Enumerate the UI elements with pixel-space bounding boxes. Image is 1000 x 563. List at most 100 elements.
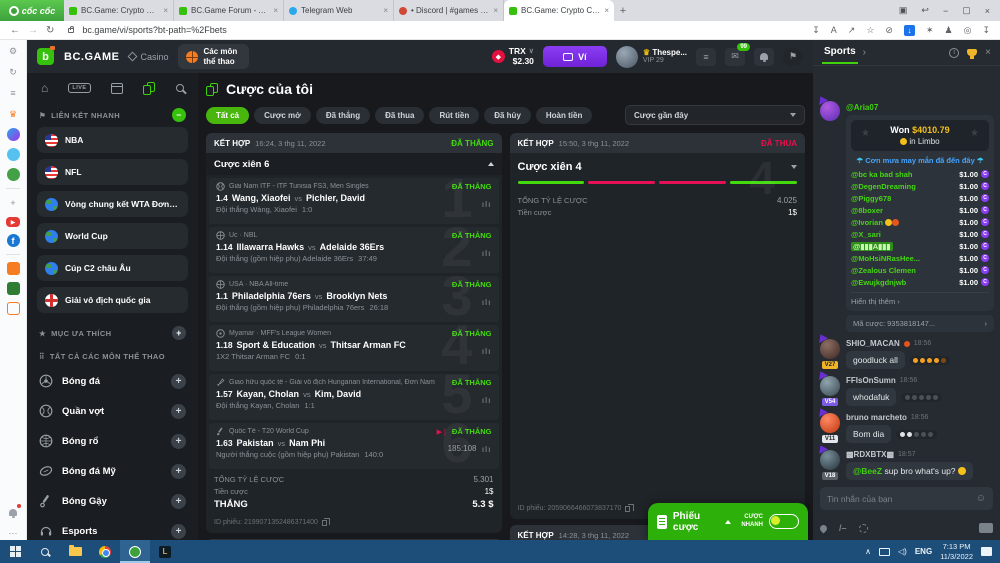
window-close-button[interactable]: × xyxy=(985,6,990,16)
stats-icon[interactable]: ılı xyxy=(482,445,492,454)
expand-sport-button[interactable]: + xyxy=(171,434,186,449)
taskbar-clock[interactable]: 7:13 PM 11/3/2022 xyxy=(940,542,973,561)
extension-icon[interactable]: ♟ xyxy=(945,25,953,36)
forward-button[interactable]: → xyxy=(28,25,38,36)
back-button[interactable]: ← xyxy=(10,25,20,36)
coccoc-taskbar-icon[interactable] xyxy=(120,540,150,563)
bet-code-row[interactable]: Mã cược: 9353818147...› xyxy=(846,315,994,332)
taskbar-search-icon[interactable] xyxy=(30,540,60,563)
reactions-row[interactable] xyxy=(901,393,942,402)
stats-icon[interactable]: ılı xyxy=(482,396,492,405)
expand-sport-button[interactable]: + xyxy=(171,494,186,509)
rain-username[interactable]: @Aria07 xyxy=(846,103,994,112)
shop-app-icon[interactable] xyxy=(7,262,20,275)
close-chat-icon[interactable]: × xyxy=(985,47,991,58)
chat-message-input[interactable] xyxy=(827,494,976,504)
user-mention[interactable]: @BeeZ xyxy=(853,466,882,476)
currency-selector[interactable]: ◆ TRX∨ $2.30 xyxy=(492,47,534,66)
download-manager-icon[interactable]: ↓ xyxy=(904,25,915,36)
more-options-icon[interactable]: ⋯ xyxy=(6,526,20,540)
collapse-quick-links-button[interactable]: − xyxy=(172,108,186,122)
tab-close-icon[interactable]: × xyxy=(273,6,278,15)
filter-all[interactable]: Tất cả xyxy=(206,107,249,124)
cart-app-icon[interactable] xyxy=(7,302,20,315)
chat-channel-tab[interactable]: Sports xyxy=(822,41,858,64)
betslip-button[interactable]: Phiếu cược CƯỢC NHANH xyxy=(648,503,808,540)
chat-username[interactable]: bruno marcheto xyxy=(846,413,907,422)
live-icon[interactable]: LIVE xyxy=(68,83,90,93)
schedule-calendar-icon[interactable] xyxy=(111,83,123,94)
garden-app-icon[interactable] xyxy=(7,282,20,295)
sidebar-item-nfl[interactable]: NFL xyxy=(37,159,188,185)
info-icon[interactable]: i xyxy=(949,48,959,58)
filter-lost[interactable]: Đã thua xyxy=(375,107,424,124)
filter-cancelled[interactable]: Đã hủy xyxy=(484,107,531,124)
sort-dropdown[interactable]: Cược gần đây xyxy=(625,105,805,125)
stats-icon[interactable]: ılı xyxy=(482,298,492,307)
browser-tab-1[interactable]: BC.Game: Crypto Casino Gan × xyxy=(64,0,174,21)
bet-leg[interactable]: 1 Giải Nam ITF - ITF Tunisia FS3, Men Si… xyxy=(209,178,499,224)
sidebar-item-nba[interactable]: NBA xyxy=(37,127,188,153)
stats-icon[interactable]: ılı xyxy=(482,249,492,258)
expand-icon[interactable] xyxy=(791,165,797,169)
reader-mode-icon[interactable]: ▣ xyxy=(899,5,908,16)
user-profile[interactable]: ♛ Thespe... VIP 29 xyxy=(616,46,687,68)
chrome-icon[interactable] xyxy=(90,540,120,563)
filter-refund[interactable]: Hoàn tiền xyxy=(536,107,592,124)
tab-close-icon[interactable]: × xyxy=(383,6,388,15)
won-amount-card[interactable]: ★ ★ Won $4010.79 in Limbo xyxy=(851,120,989,151)
avatar[interactable] xyxy=(820,101,840,121)
twitter-icon[interactable] xyxy=(7,148,20,161)
translate-icon[interactable]: A xyxy=(831,25,837,35)
bcgame-logo-icon[interactable]: b xyxy=(37,48,54,65)
expand-sport-button[interactable]: + xyxy=(171,524,186,539)
sport-item-american-football[interactable]: Bóng đá Mỹ+ xyxy=(27,456,198,486)
league-of-legends-icon[interactable]: L xyxy=(150,540,180,563)
browser-tab-2[interactable]: BC.Game Forum - A Cryptoc. × xyxy=(174,0,284,21)
bet-card-combo-lost[interactable]: KẾT HỢP 15:50, 3 thg 11, 2022 ĐÃ THUA 4 … xyxy=(510,133,806,519)
profile-icon[interactable]: ◎ xyxy=(964,25,972,36)
gif-keyboard-icon[interactable] xyxy=(979,523,993,533)
browser-tab-3[interactable]: Telegram Web × xyxy=(284,0,394,21)
sport-item-cricket[interactable]: Bóng Gậy+ xyxy=(27,486,198,516)
bet-leg[interactable]: 2 Úc · NBL ĐÃ THẮNG 1.14Illawarra Hawksv… xyxy=(209,227,499,273)
adblock-icon[interactable]: ⊘ xyxy=(885,25,893,36)
sport-item-football[interactable]: Bóng đá+ xyxy=(27,366,198,396)
feed-icon[interactable]: ≡ xyxy=(6,86,20,100)
chat-messages[interactable]: @Aria07 ★ ★ Won $4010.79 in Limbo ☂ Cơn … xyxy=(813,67,1000,482)
extension-icon[interactable]: ✶ xyxy=(926,25,934,36)
flag-report-icon[interactable]: ⚑ xyxy=(783,48,803,66)
network-icon[interactable] xyxy=(879,548,890,556)
reactions-row[interactable] xyxy=(896,430,937,439)
downloads-icon[interactable]: ↧ xyxy=(982,25,990,36)
coin-chip-icon[interactable] xyxy=(859,524,868,533)
restore-tab-icon[interactable]: ↩ xyxy=(921,5,929,16)
action-center-icon[interactable] xyxy=(981,547,992,556)
nav-sports-active[interactable]: Các môn thể thao xyxy=(178,44,249,68)
browser-tab-active[interactable]: BC.Game: Crypto Casino Gar × xyxy=(504,0,614,21)
mail-icon[interactable]: ✉99 xyxy=(725,48,745,66)
bcgame-logo-text[interactable]: BC.GAME xyxy=(64,51,119,63)
bookmark-star-icon[interactable]: ☆ xyxy=(866,25,874,36)
trophy-icon[interactable] xyxy=(967,49,977,56)
stats-icon[interactable]: ılı xyxy=(482,200,492,209)
reload-button[interactable]: ↻ xyxy=(46,25,54,36)
copy-icon[interactable] xyxy=(322,520,327,526)
bet-leg[interactable]: 6 Quốc Tế - T20 World Cup ▶❘ ĐÃ THẮNG 1.… xyxy=(209,423,499,469)
history-icon[interactable]: ↻ xyxy=(6,65,20,79)
nav-casino[interactable]: Casino xyxy=(129,52,168,62)
bet-leg[interactable]: 3 USA · NBA All-time ĐÃ THẮNG 1.1Philade… xyxy=(209,276,499,322)
tray-expand-icon[interactable]: ∧ xyxy=(865,547,871,556)
tab-close-icon[interactable]: × xyxy=(163,6,168,15)
window-maximize-button[interactable]: ▢ xyxy=(962,5,971,16)
quick-bet-toggle[interactable] xyxy=(769,514,799,529)
tab-close-icon[interactable]: × xyxy=(493,6,498,15)
coccoc-brand-button[interactable]: cốc cốc xyxy=(0,0,64,21)
messenger-icon[interactable] xyxy=(7,128,20,141)
rain-tip-icon[interactable] xyxy=(819,523,829,533)
chevron-right-icon[interactable]: › xyxy=(863,47,866,58)
gamepad-icon[interactable] xyxy=(7,168,20,181)
my-bets-icon[interactable] xyxy=(143,82,156,95)
language-indicator[interactable]: ENG xyxy=(915,547,932,556)
sidebar-item-world-cup[interactable]: World Cup xyxy=(37,223,188,249)
